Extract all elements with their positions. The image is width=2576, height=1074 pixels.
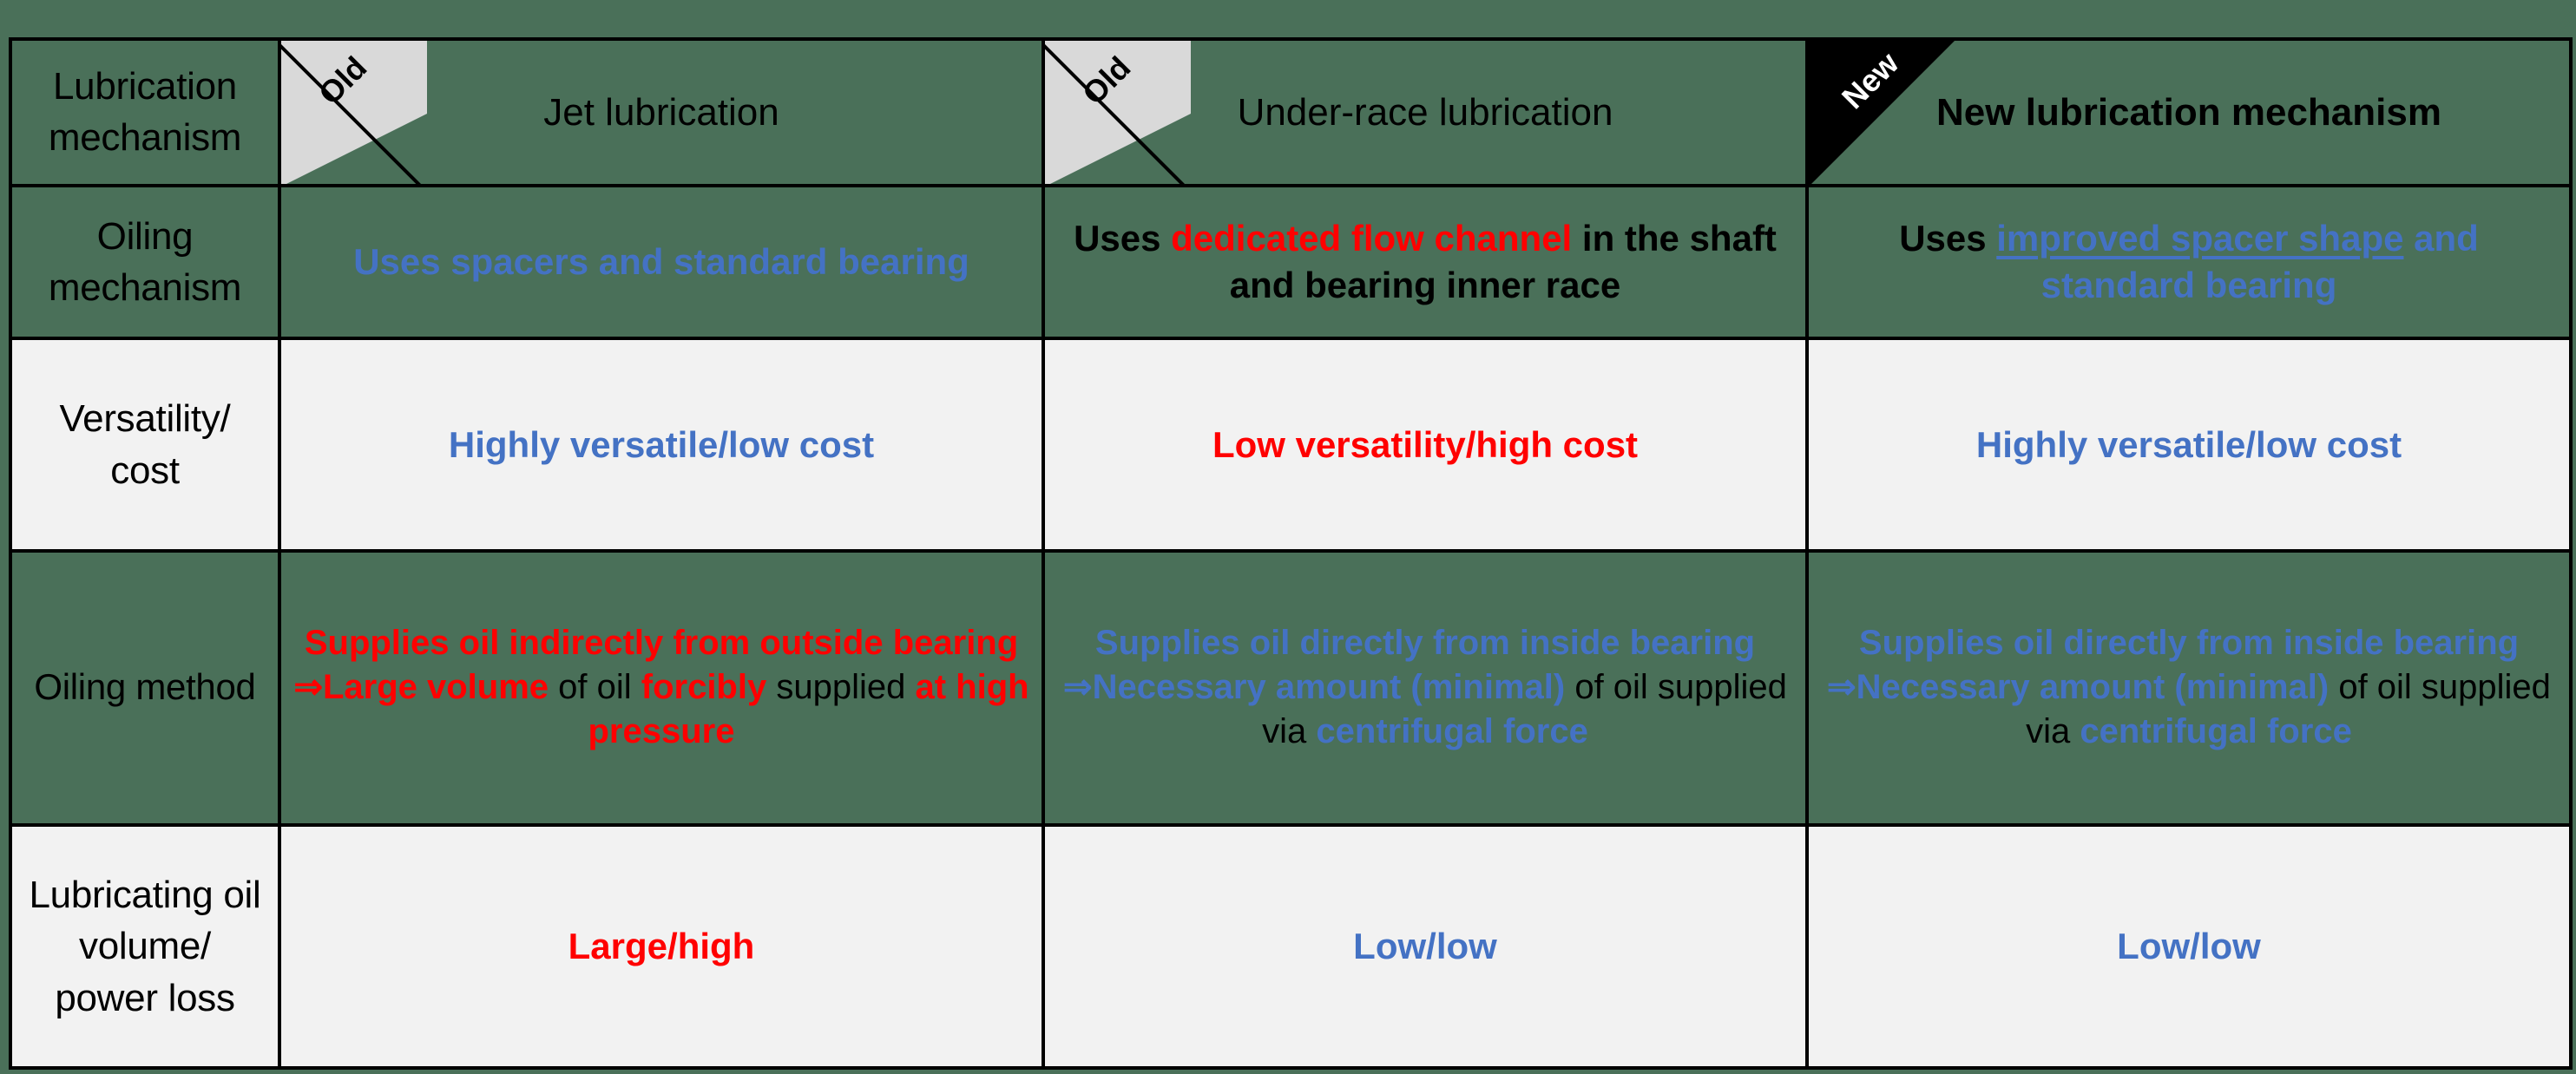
cell-oiling-method-jet: Supplies oil indirectly from outside bea… (278, 548, 1045, 827)
text-run: Uses (1899, 218, 1997, 259)
text-run: Low/low (2117, 926, 2261, 967)
old-badge-jet: Old (283, 42, 427, 182)
row-label-lubricating-oil-volume: Lubricating oil volume/ power loss (9, 822, 281, 1071)
table-row: Oiling method Supplies oil indirectly fr… (9, 548, 2573, 827)
header-col-under-race-lubrication: Old Under-race lubrication (1042, 37, 1809, 187)
text-run: Highly versatile/low cost (1975, 423, 2402, 465)
text-line: Supplies oil indirectly from outside bea… (290, 621, 1033, 665)
text-line: Supplies oil directly from inside bearin… (1054, 621, 1797, 665)
cell-oiling-method-new: Supplies oil directly from inside bearin… (1805, 548, 2573, 827)
ribbon-triangle-icon (1047, 42, 1191, 182)
text-run: improved spacer shape (1996, 218, 2404, 259)
text-run: forcibly (641, 668, 767, 707)
ribbon-edge-line (1810, 43, 1953, 182)
header-col-jet-label: Jet lubrication (543, 90, 779, 134)
cell-versatility-new: Highly versatile/low cost (1805, 337, 2573, 553)
header-row-label: Lubrication mechanism (9, 37, 281, 187)
text-run: Low versatility/high cost (1212, 423, 1639, 465)
text-line: ⇒Large volume of oil forcibly supplied a… (290, 665, 1033, 754)
header-row-label-line1: Lubrication (53, 64, 237, 108)
text-line: ⇒Necessary amount (minimal) of oil suppl… (1817, 665, 2560, 754)
header-col-jet-lubrication: Old Jet lubrication (278, 37, 1045, 187)
row-label-versatility-cost: Versatility/ cost (9, 337, 281, 553)
ribbon-edge-line (1047, 42, 1189, 182)
row-label-line1: Lubricating oil (29, 873, 261, 916)
row-label-line3: power loss (55, 976, 235, 1019)
table-row: Versatility/ cost Highly versatile/low c… (9, 337, 2573, 553)
table-header-row: Lubrication mechanism Old Jet lubricatio… (9, 37, 2573, 187)
text-run: ⇒Necessary amount (minimal) (1827, 668, 2330, 707)
cell-oil-volume-jet: Large/high (278, 822, 1045, 1071)
text-run: of oil (549, 668, 641, 707)
text-run: Low/low (1353, 926, 1497, 967)
cell-oiling-mechanism-jet: Uses spacers and standard bearing (278, 183, 1045, 341)
text-run: centrifugal force (2080, 712, 2352, 751)
old-badge-underrace: Old (1047, 42, 1191, 182)
new-badge: New (1810, 42, 1955, 182)
text-run: ⇒Necessary amount (minimal) (1063, 668, 1566, 707)
header-col-under-race-label: Under-race lubrication (1237, 90, 1613, 134)
row-label-line2: cost (110, 449, 180, 492)
text-run: Uses spacers and standard bearing (353, 241, 969, 283)
text-run: Uses (1074, 218, 1172, 259)
header-row-label-line2: mechanism (48, 116, 242, 160)
text-run: Supplies oil indirectly from outside bea… (304, 624, 1019, 663)
cell-oil-volume-new: Low/low (1805, 822, 2573, 1071)
cell-oiling-mechanism-underrace: Uses dedicated flow channel in the shaft… (1042, 183, 1809, 341)
header-col-new-lubrication-mechanism: New New lubrication mechanism (1805, 37, 2573, 187)
row-label-line1: Oiling method (34, 666, 256, 708)
lubrication-comparison-table: Lubrication mechanism Old Jet lubricatio… (9, 37, 2573, 1071)
cell-versatility-jet: Highly versatile/low cost (278, 337, 1045, 553)
text-line: Supplies oil directly from inside bearin… (1817, 621, 2560, 665)
text-run: supplied (766, 668, 916, 707)
cell-versatility-underrace: Low versatility/high cost (1042, 337, 1809, 553)
text-run: Supplies oil directly from inside bearin… (1858, 624, 2520, 663)
table-row: Lubricating oil volume/ power loss Large… (9, 822, 2573, 1071)
row-label-oiling-method: Oiling method (9, 548, 281, 827)
ribbon-triangle-icon (283, 42, 427, 182)
row-label-line1: Oiling (96, 214, 194, 258)
old-badge-label-jet: Old (311, 49, 374, 112)
table-row: Oiling mechanism Uses spacers and standa… (9, 183, 2573, 341)
text-run: Large/high (568, 926, 755, 967)
new-badge-label: New (1834, 44, 1906, 116)
ribbon-edge-line (283, 42, 425, 182)
text-run: Highly versatile/low cost (448, 423, 875, 465)
text-line: ⇒Necessary amount (minimal) of oil suppl… (1054, 665, 1797, 754)
row-label-line2: mechanism (48, 265, 242, 309)
text-run: dedicated flow channel (1171, 218, 1573, 259)
text-run: centrifugal force (1316, 712, 1588, 751)
header-col-new-label: New lubrication mechanism (1936, 90, 2441, 134)
row-label-line2: volume/ (79, 925, 211, 968)
text-run: Supplies oil directly from inside bearin… (1094, 624, 1756, 663)
old-badge-label-underrace: Old (1074, 49, 1138, 112)
ribbon-triangle-icon (1810, 42, 1955, 182)
text-run: ⇒Large volume (293, 668, 549, 707)
cell-oil-volume-underrace: Low/low (1042, 822, 1809, 1071)
row-label-line1: Versatility/ (59, 397, 231, 441)
cell-oiling-method-underrace: Supplies oil directly from inside bearin… (1042, 548, 1809, 827)
row-label-oiling-mechanism: Oiling mechanism (9, 183, 281, 341)
cell-oiling-mechanism-new: Uses improved spacer shape and standard … (1805, 183, 2573, 341)
comparison-table-container: Lubrication mechanism Old Jet lubricatio… (9, 37, 2573, 1071)
